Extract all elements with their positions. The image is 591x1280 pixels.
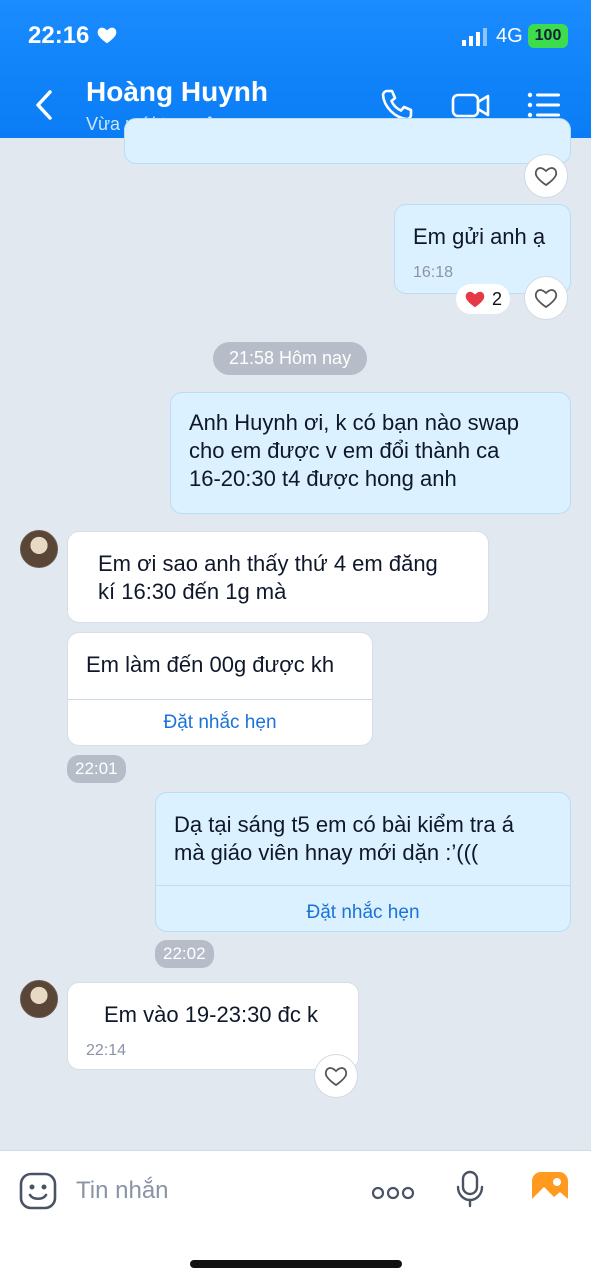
status-bar: 22:16 4G 100 (0, 0, 591, 70)
divider (156, 885, 570, 886)
react-button[interactable] (314, 1054, 358, 1098)
network-label: 4G (496, 25, 523, 47)
signal-icon (462, 28, 487, 46)
chat-area[interactable]: Em gửi anh ạ 16:18 2 21:58 Hôm nay Anh H… (0, 118, 591, 1150)
reaction-number: 2 (492, 288, 503, 309)
message-bubble-previous[interactable] (124, 118, 571, 164)
status-time: 22:16 (28, 22, 90, 49)
react-button[interactable] (524, 154, 568, 198)
heart-outline-icon (324, 1067, 348, 1087)
heart-outline-icon (534, 289, 558, 309)
message-text: Em gửi anh ạ (413, 224, 546, 249)
message-text: Anh Huynh ơi, k có bạn nào swap cho em đ… (189, 410, 519, 491)
mic-icon[interactable] (450, 1169, 490, 1209)
heart-icon (97, 27, 117, 44)
message-text: Dạ tại sáng t5 em có bài kiểm tra á mà g… (174, 812, 514, 865)
divider (68, 699, 372, 700)
message-bubble[interactable]: Em ơi sao anh thấy thứ 4 em đăng kí 16:3… (67, 531, 489, 623)
message-input[interactable]: Tin nhắn (76, 1177, 169, 1205)
message-bubble[interactable]: Em vào 19-23:30 đc k 22:14 (67, 982, 359, 1070)
image-icon[interactable] (530, 1169, 570, 1209)
back-icon[interactable] (30, 88, 60, 122)
message-bubble[interactable]: Dạ tại sáng t5 em có bài kiểm tra á mà g… (155, 792, 571, 932)
message-text: Em làm đến 00g được kh (86, 652, 335, 677)
contact-name[interactable]: Hoàng Huynh (86, 76, 268, 108)
message-time: 22:02 (155, 940, 214, 968)
set-reminder-link[interactable]: Đặt nhắc hẹn (68, 709, 372, 737)
message-bubble[interactable]: Anh Huynh ơi, k có bạn nào swap cho em đ… (170, 392, 571, 514)
message-time: 22:01 (67, 755, 126, 783)
home-indicator (190, 1260, 402, 1268)
battery-indicator: 100 (528, 24, 568, 48)
avatar[interactable] (20, 980, 58, 1018)
more-icon[interactable] (370, 1173, 416, 1213)
reaction-count[interactable]: 2 (456, 284, 511, 314)
date-separator: 21:58 Hôm nay (213, 342, 368, 375)
message-text: Em ơi sao anh thấy thứ 4 em đăng kí 16:3… (98, 551, 438, 604)
heart-icon (465, 291, 485, 308)
message-text: Em vào 19-23:30 đc k (104, 1002, 319, 1027)
message-bubble[interactable]: Em làm đến 00g được kh Đặt nhắc hẹn (67, 632, 373, 746)
avatar[interactable] (20, 530, 58, 568)
react-button[interactable] (524, 276, 568, 320)
heart-outline-icon (534, 167, 558, 187)
set-reminder-link[interactable]: Đặt nhắc hẹn (156, 899, 570, 927)
emoji-icon[interactable] (18, 1171, 58, 1211)
